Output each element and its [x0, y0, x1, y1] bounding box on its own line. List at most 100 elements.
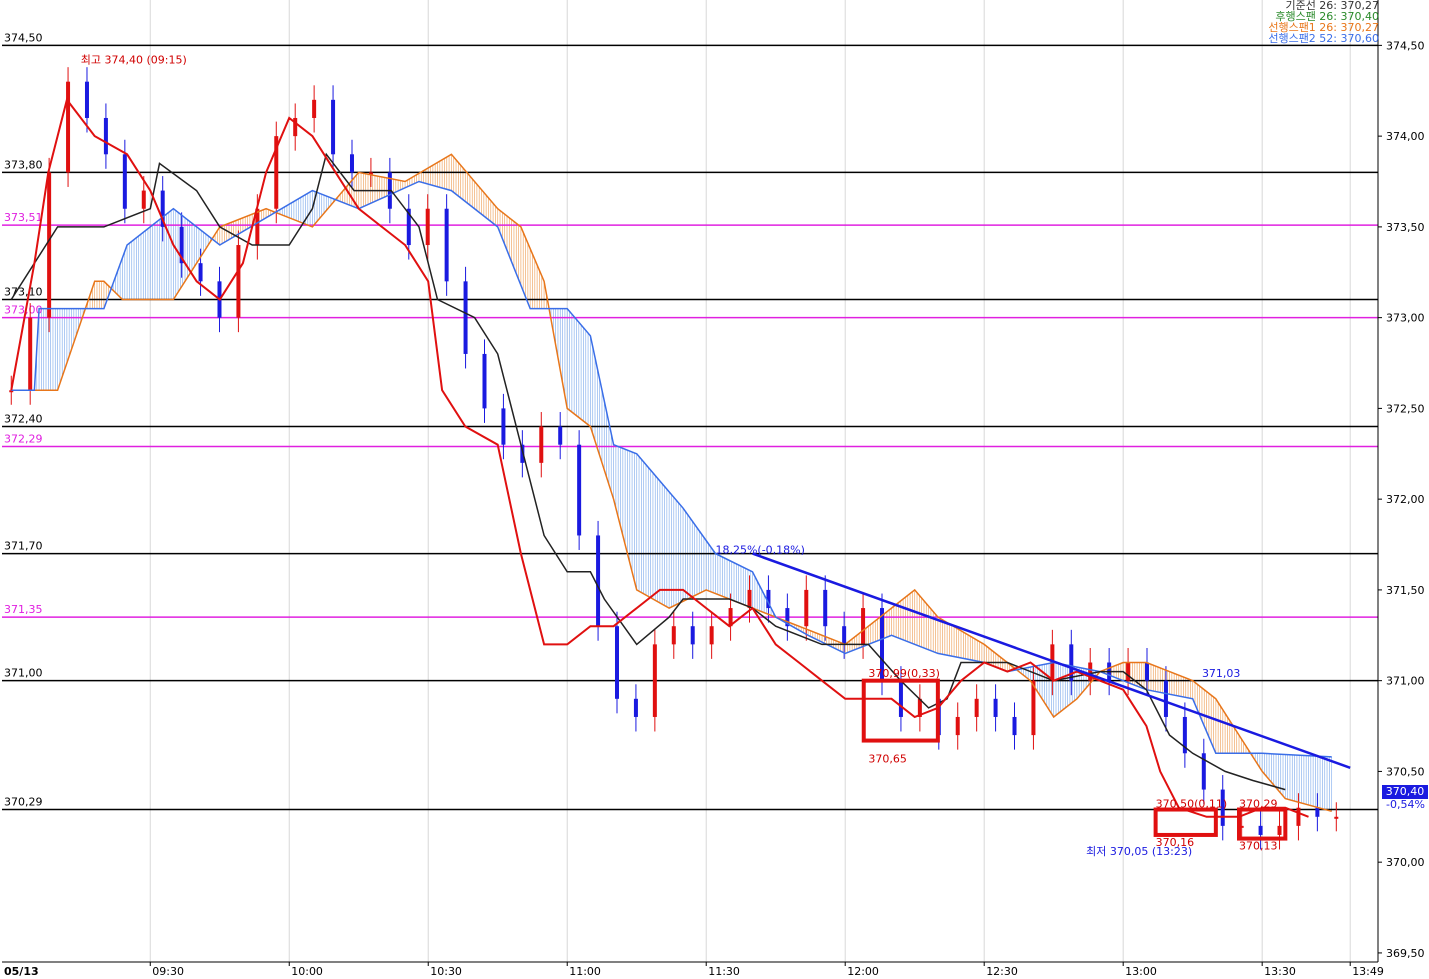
candle-body — [349, 154, 354, 173]
x-tick-label: 12:30 — [986, 965, 1018, 978]
grid-layer — [149, 0, 1351, 962]
candle-body — [804, 589, 809, 627]
x-tick-label: 10:00 — [291, 965, 323, 978]
candle-body — [1258, 825, 1263, 835]
x-tick-label: 10:30 — [430, 965, 462, 978]
y-tick-label: 374,00 — [1386, 130, 1425, 143]
y-tick-label: 370,00 — [1386, 856, 1425, 869]
candle-body — [1126, 662, 1131, 681]
candle-body — [633, 698, 638, 717]
y-tick-label: 370,50 — [1386, 765, 1425, 778]
candle-body — [539, 426, 544, 463]
candle-body — [66, 81, 71, 173]
candle-body — [501, 408, 506, 445]
candle-body — [842, 626, 847, 645]
span1-line — [11, 153, 1332, 813]
candlestick-layer — [9, 67, 1339, 850]
date-label: 05/13 — [4, 965, 39, 978]
chart-annotation: 최고 374,40 (09:15) — [81, 54, 187, 67]
candle-body — [103, 117, 108, 155]
chart-annotation: 18,25%(-0,18%) — [715, 544, 804, 557]
candle-body — [993, 698, 998, 717]
x-tick-label: 11:00 — [569, 965, 601, 978]
candle-body — [747, 589, 752, 609]
indicator-lines — [10, 97, 1351, 818]
candle-body — [558, 426, 563, 445]
chart-annotation: 최저 370,05 (13:23) — [1086, 845, 1192, 858]
candle-body — [1145, 662, 1150, 681]
x-tick-label: 13:30 — [1264, 965, 1296, 978]
level-label: 371,35 — [4, 603, 43, 616]
candle-body — [596, 535, 601, 627]
ichimoku-cloud — [36, 154, 1333, 812]
chart-annotation: 370,50(0,11) — [1156, 798, 1228, 811]
chart-annotation: 370,65 — [868, 752, 907, 765]
trendline — [752, 552, 1351, 769]
x-tick-label: 09:30 — [152, 965, 184, 978]
x-tick-label: 13:49 — [1352, 965, 1384, 978]
level-label: 372,29 — [4, 433, 43, 446]
candle-body — [141, 190, 146, 209]
x-tick-label: 11:30 — [708, 965, 740, 978]
x-tick-label: 12:00 — [847, 965, 879, 978]
candle-body — [577, 444, 582, 536]
y-tick-label: 372,50 — [1386, 402, 1425, 415]
legend-span2: 선행스팬2 52: 370,60 — [1268, 32, 1379, 45]
y-tick-label: 372,00 — [1386, 493, 1425, 506]
candle-body — [312, 99, 317, 118]
tenkan-line — [10, 97, 1309, 818]
candle-body — [955, 716, 960, 736]
candle-body — [1163, 680, 1168, 717]
x-tick-label: 13:00 — [1125, 965, 1157, 978]
candle-body — [652, 644, 657, 717]
candle-body — [425, 208, 430, 246]
y-tick-label: 373,50 — [1386, 221, 1425, 234]
candle-body — [28, 317, 33, 391]
candle-body — [861, 608, 866, 645]
candle-body — [1277, 825, 1282, 835]
candle-body — [482, 353, 487, 409]
candle-body — [898, 680, 903, 717]
candle-body — [614, 626, 619, 699]
candle-body — [823, 589, 828, 627]
span2-line — [11, 180, 1332, 758]
level-label: 374,50 — [4, 31, 43, 44]
candle-body — [463, 281, 468, 354]
candle-body — [974, 698, 979, 717]
level-label: 371,00 — [4, 667, 43, 680]
axes-layer: 374,50 374,00 373,50 373,00 372,50 372,00 371,… — [2, 0, 1425, 978]
candle-body — [671, 626, 676, 645]
y-tick-label: 373,00 — [1386, 312, 1425, 325]
highlight-box — [1153, 807, 1218, 837]
chart-annotation: 370,99(0,33) — [868, 667, 940, 680]
chart-annotation: 371,03 — [1202, 667, 1241, 680]
y-tick-label: 369,50 — [1386, 947, 1425, 960]
candle-body — [709, 626, 714, 645]
candle-body — [236, 245, 241, 318]
candle-body — [47, 172, 52, 318]
level-label: 373,51 — [4, 211, 43, 224]
candle-body — [84, 81, 89, 118]
candle-body — [1012, 716, 1017, 736]
current-price-badge: 370,40 — [1382, 785, 1428, 799]
level-label: 372,40 — [4, 413, 43, 426]
candle-body — [1334, 816, 1339, 819]
current-change-label: -0,54% — [1386, 798, 1425, 811]
price-chart: 374,50 373,80 373,51 373,10 373,00 372,40 372,… — [2, 0, 1425, 978]
candle-body — [198, 263, 203, 282]
level-label: 373,00 — [4, 304, 43, 317]
annotations-layer: 최고 374,40 (09:15) 18,25%(-0,18%) 370,99(0,… — [81, 54, 1278, 858]
candle-body — [1315, 807, 1320, 817]
chart-annotation: 370,29 — [1239, 798, 1278, 811]
y-tick-label: 374,50 — [1386, 39, 1425, 52]
candle-body — [331, 99, 336, 155]
y-tick-label: 371,00 — [1386, 675, 1425, 688]
indicator-legend: 기준선 26: 370,27 후행스팬 26: 370,40 선행스팬1 26:… — [1268, 0, 1379, 44]
chart-annotation: 370,13 — [1239, 839, 1278, 852]
candle-body — [122, 154, 127, 209]
level-label: 371,70 — [4, 540, 43, 553]
level-label: 370,29 — [4, 796, 43, 809]
candle-body — [444, 208, 449, 282]
candle-body — [690, 626, 695, 645]
candle-body — [1296, 807, 1301, 826]
